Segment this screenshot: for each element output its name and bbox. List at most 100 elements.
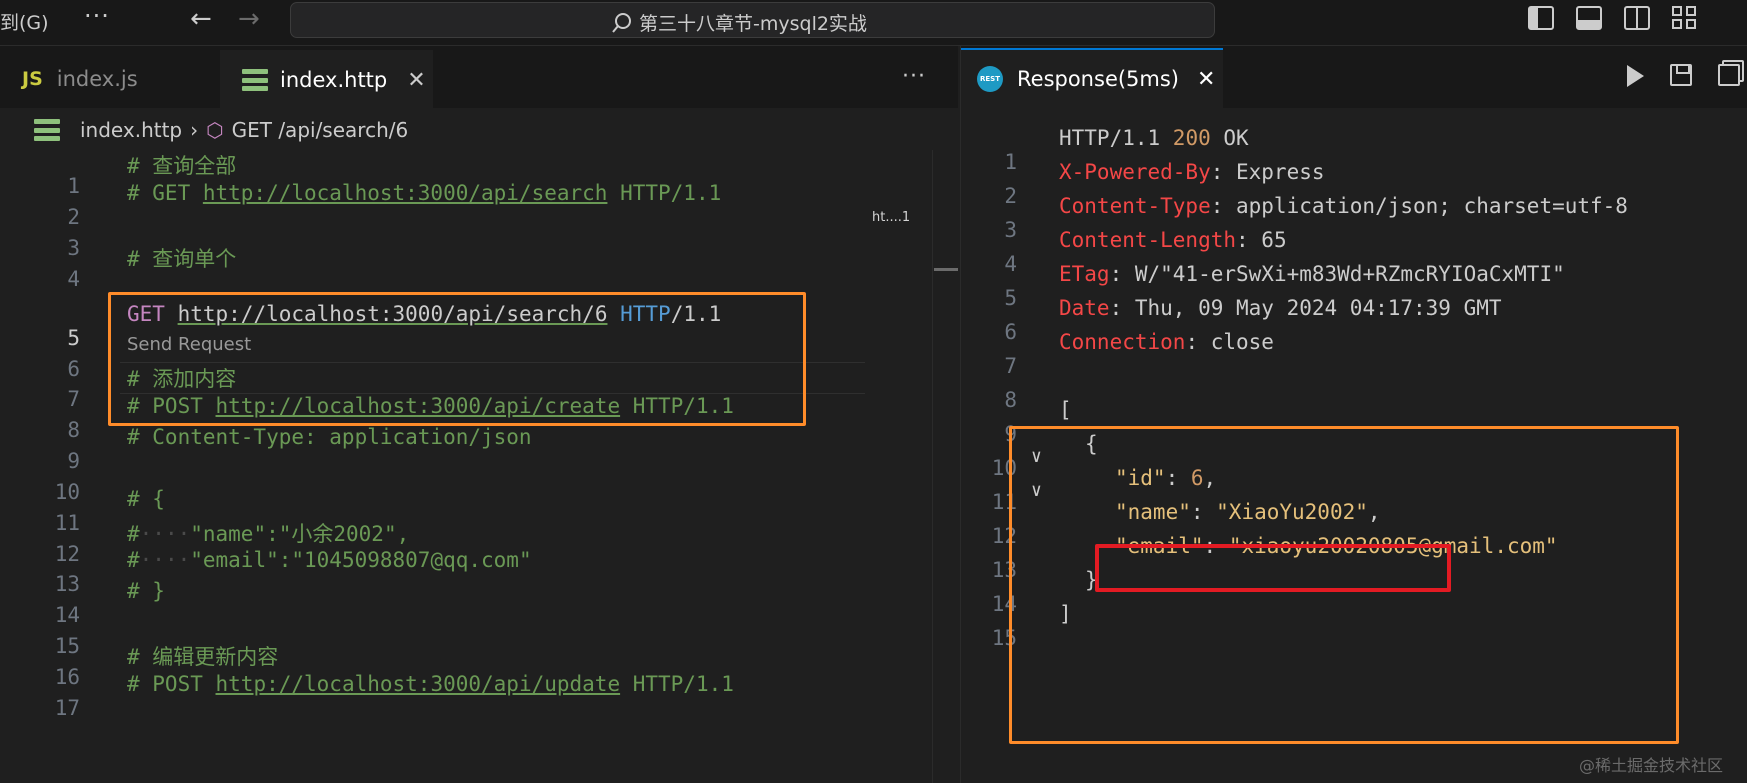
code-text: # GET	[127, 181, 203, 205]
code-text: # 查询单个	[127, 247, 237, 271]
response-line: 2 X-Powered-By: Express	[961, 160, 1747, 208]
toggle-primary-sidebar-icon[interactable]	[1528, 6, 1554, 30]
response-line: 4 Content-Length: 65	[961, 228, 1747, 276]
save-icon[interactable]	[1670, 64, 1692, 86]
annotation-highlight-box	[108, 292, 806, 426]
code-line: 15	[0, 610, 870, 658]
breadcrumb-file[interactable]: index.http	[80, 118, 182, 142]
code-text: # 编辑更新内容	[127, 645, 279, 669]
close-icon[interactable]: ✕	[1197, 67, 1215, 92]
code-line: 17 # POST http://localhost:3000/api/upda…	[0, 672, 870, 720]
more-actions-icon[interactable]: ···	[902, 64, 926, 89]
code-text: "name":"小余2002",	[190, 522, 410, 546]
http-file-icon	[242, 69, 268, 91]
header-key: Content-Type	[1059, 194, 1211, 218]
breadcrumb-symbol[interactable]: GET /api/search/6	[232, 118, 409, 142]
rest-client-icon: REST	[977, 66, 1003, 92]
code-link[interactable]: http://localhost:3000/api/update	[216, 672, 621, 696]
minimap-label: ht....1	[872, 210, 911, 225]
code-line: 13 #····"email":"1045098807@qq.com"	[0, 548, 870, 596]
status-code: 200	[1172, 126, 1211, 150]
code-line: 11 # {	[0, 487, 870, 535]
symbol-cube-icon: ⬡	[206, 118, 224, 142]
header-key: ETag	[1059, 262, 1110, 286]
tab-index-http[interactable]: index.http ✕	[220, 50, 433, 108]
header-key: Date	[1059, 296, 1110, 320]
javascript-file-icon: JS	[22, 68, 43, 90]
code-text: # Content-Type: application/json	[127, 425, 532, 449]
annotation-red-box	[1095, 544, 1451, 592]
http-file-icon	[34, 119, 60, 141]
more-menu-icon[interactable]: ···	[84, 2, 110, 30]
header-value: : 65	[1236, 228, 1287, 252]
code-text: #	[127, 522, 140, 546]
code-line: 3	[0, 212, 870, 260]
chevron-right-icon: ›	[190, 118, 199, 142]
code-text: # POST	[127, 672, 216, 696]
header-value: : Thu, 09 May 2024 04:17:39 GMT	[1109, 296, 1502, 320]
forward-arrow-icon[interactable]: →	[238, 4, 260, 34]
whitespace-marker: ····	[139, 548, 191, 572]
customize-layout-icon[interactable]	[1672, 6, 1698, 30]
response-line: 1 HTTP/1.1 200 OK	[961, 126, 1747, 174]
response-line: 6 Date: Thu, 09 May 2024 04:17:39 GMT	[961, 296, 1747, 344]
code-line: 10	[0, 456, 870, 504]
header-value: : W/"41-erSwXi+m83Wd+RZmcRYIOaCxMTI"	[1109, 262, 1565, 286]
code-text: "email":"1045098807@qq.com"	[190, 548, 532, 572]
toggle-panel-icon[interactable]	[1576, 6, 1602, 30]
title-bar: 到(G) ··· ← → 第三十八章节-mysql2实战	[0, 0, 1747, 46]
line-number: 17	[54, 696, 80, 720]
scrollbar-thumb[interactable]	[934, 268, 958, 271]
code-line: 12 #····"name":"小余2002",	[0, 518, 870, 566]
save-all-icon[interactable]	[1718, 64, 1740, 86]
code-text: # }	[127, 579, 165, 603]
editor-tab-bar: JS index.js index.http ✕ ···	[0, 46, 958, 108]
json-bracket: [	[1059, 398, 1072, 422]
back-arrow-icon[interactable]: ←	[190, 4, 212, 34]
code-line: 4 # 查询单个	[0, 243, 870, 291]
status-protocol: HTTP/1.1	[1059, 126, 1173, 150]
header-value: : Express	[1210, 160, 1325, 184]
response-line: 5 ETag: W/"41-erSwXi+m83Wd+RZmcRYIOaCxMT…	[961, 262, 1747, 310]
code-line: 2 # GET http://localhost:3000/api/search…	[0, 181, 870, 229]
tab-label: index.http	[280, 68, 388, 92]
header-value: : close	[1185, 330, 1274, 354]
response-line: 7 Connection: close	[961, 330, 1747, 378]
tab-label: index.js	[56, 67, 138, 91]
workspace-title: 第三十八章节-mysql2实战	[639, 13, 867, 35]
breadcrumb: index.http › ⬡ GET /api/search/6	[34, 118, 408, 142]
close-icon[interactable]: ✕	[407, 68, 425, 93]
command-center-search[interactable]: 第三十八章节-mysql2实战	[290, 2, 1215, 38]
vertical-scrollbar[interactable]	[932, 150, 958, 783]
code-text: # 查询全部	[127, 154, 237, 178]
minimap[interactable]: ht....1	[872, 194, 932, 254]
code-line: 1 # 查询全部	[0, 150, 870, 198]
code-text: HTTP/1.1	[620, 672, 734, 696]
watermark: @稀土掘金技术社区	[1579, 756, 1724, 775]
toggle-secondary-sidebar-icon[interactable]	[1624, 6, 1650, 30]
response-line: 3 Content-Type: application/json; charse…	[961, 194, 1747, 242]
status-text: OK	[1210, 126, 1249, 150]
code-line: 14 # }	[0, 579, 870, 627]
code-text: # {	[127, 487, 165, 511]
response-tab-bar: REST Response(5ms) ✕	[961, 46, 1747, 108]
header-key: Connection	[1059, 330, 1186, 354]
code-text: #	[127, 548, 140, 572]
tab-index-js[interactable]: JS index.js	[0, 50, 220, 108]
run-icon[interactable]	[1627, 65, 1644, 87]
tab-label: Response(5ms)	[1017, 67, 1180, 91]
response-pane: REST Response(5ms) ✕ 1 HTTP/1.1 200 OK 2…	[960, 46, 1747, 783]
header-key: Content-Length	[1059, 228, 1237, 252]
response-line: 8	[961, 364, 1747, 412]
header-key: X-Powered-By	[1059, 160, 1211, 184]
editor-pane-left: JS index.js index.http ✕ ··· index.http …	[0, 46, 958, 783]
code-line: 9 # Content-Type: application/json	[0, 425, 870, 473]
code-line: 16 # 编辑更新内容	[0, 641, 870, 689]
tab-response[interactable]: REST Response(5ms) ✕	[961, 48, 1223, 108]
code-text: HTTP/1.1	[607, 181, 722, 205]
menu-goto[interactable]: 到(G)	[0, 8, 49, 35]
line-number: 4	[67, 267, 80, 291]
code-link[interactable]: http://localhost:3000/api/search	[203, 181, 608, 205]
whitespace-marker: ····	[139, 522, 191, 546]
search-icon	[612, 12, 631, 33]
